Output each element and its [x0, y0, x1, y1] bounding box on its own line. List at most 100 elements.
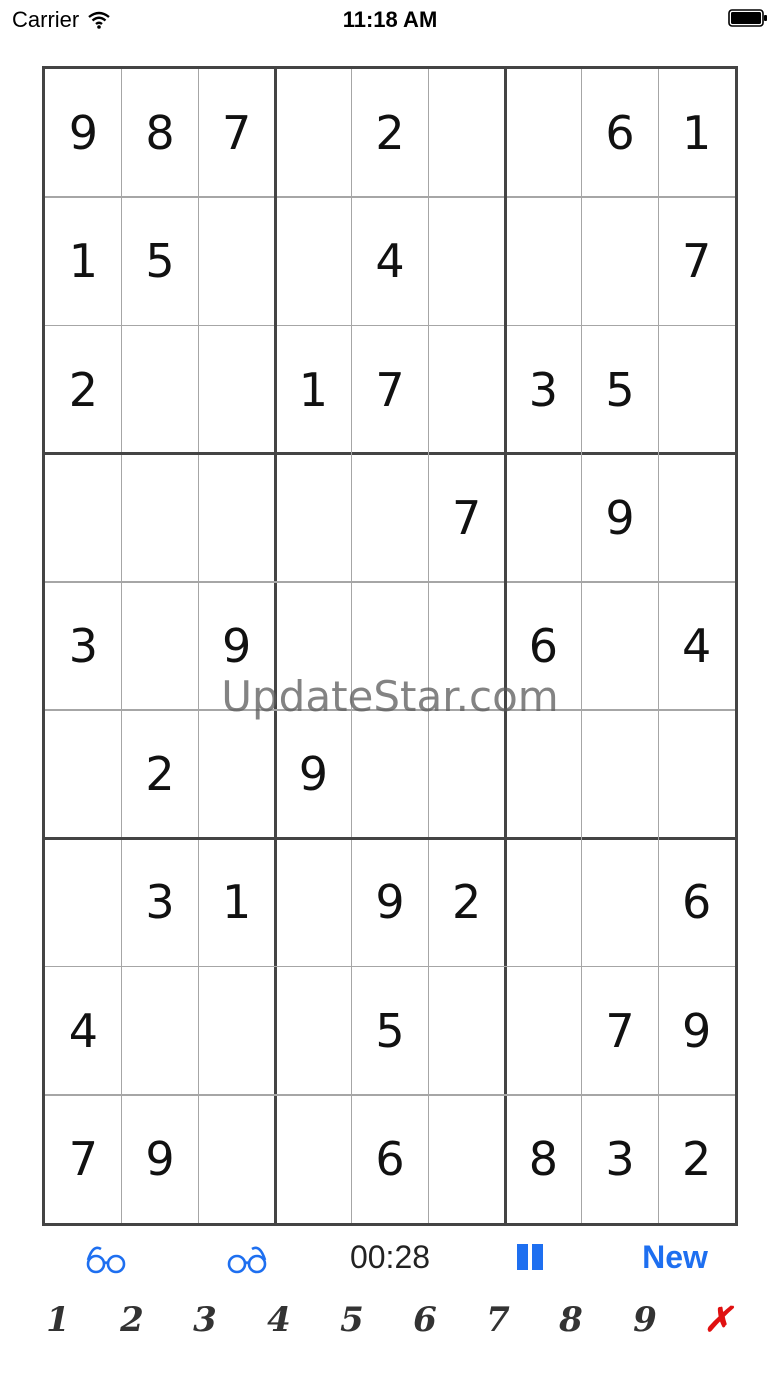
sudoku-cell[interactable]: [122, 454, 199, 582]
game-timer: 00:28: [349, 1238, 431, 1275]
sudoku-cell[interactable]: 9: [275, 710, 352, 838]
sudoku-cell[interactable]: [505, 69, 582, 197]
sudoku-cell[interactable]: 9: [582, 454, 659, 582]
sudoku-cell[interactable]: [428, 69, 505, 197]
sudoku-cell[interactable]: 1: [275, 325, 352, 453]
sudoku-cell[interactable]: [428, 582, 505, 710]
sudoku-cell[interactable]: 2: [352, 69, 429, 197]
pause-button[interactable]: [500, 1232, 560, 1282]
number-key-1[interactable]: 1: [28, 1292, 88, 1348]
sudoku-cell[interactable]: [658, 710, 735, 838]
sudoku-cell[interactable]: [275, 1095, 352, 1223]
sudoku-cell[interactable]: [505, 967, 582, 1095]
sudoku-cell[interactable]: [428, 325, 505, 453]
sudoku-cell[interactable]: 3: [582, 1095, 659, 1223]
sudoku-cell[interactable]: [275, 582, 352, 710]
sudoku-cell[interactable]: [582, 197, 659, 325]
sudoku-cell[interactable]: 1: [45, 197, 122, 325]
sudoku-cell[interactable]: [352, 582, 429, 710]
sudoku-cell[interactable]: [198, 197, 275, 325]
sudoku-cell[interactable]: 7: [582, 967, 659, 1095]
new-game-button[interactable]: New: [630, 1232, 720, 1282]
sudoku-cell[interactable]: [198, 454, 275, 582]
sudoku-cell[interactable]: [198, 967, 275, 1095]
sudoku-cell[interactable]: 9: [122, 1095, 199, 1223]
sudoku-cell[interactable]: [275, 967, 352, 1095]
sudoku-cell[interactable]: 9: [352, 838, 429, 966]
glasses-icon: [86, 1246, 126, 1274]
number-key-5[interactable]: 5: [322, 1292, 382, 1348]
sudoku-cell[interactable]: [428, 1095, 505, 1223]
sudoku-cell[interactable]: [198, 1095, 275, 1223]
sudoku-cell[interactable]: 8: [122, 69, 199, 197]
sudoku-cell[interactable]: [275, 838, 352, 966]
sudoku-cell[interactable]: 7: [428, 454, 505, 582]
number-key-7[interactable]: 7: [468, 1292, 528, 1348]
sudoku-cell[interactable]: [45, 710, 122, 838]
sudoku-cell[interactable]: 4: [352, 197, 429, 325]
sudoku-cell[interactable]: [428, 197, 505, 325]
number-key-2[interactable]: 2: [102, 1292, 162, 1348]
sudoku-cell[interactable]: 6: [505, 582, 582, 710]
sudoku-cell[interactable]: [45, 454, 122, 582]
sudoku-cell[interactable]: 7: [45, 1095, 122, 1223]
sudoku-cell[interactable]: 7: [352, 325, 429, 453]
sudoku-cell[interactable]: 7: [658, 197, 735, 325]
sudoku-cell[interactable]: [505, 838, 582, 966]
hint-button[interactable]: [76, 1232, 136, 1282]
sudoku-cell[interactable]: 1: [198, 838, 275, 966]
sudoku-cell[interactable]: [198, 325, 275, 453]
sudoku-cell[interactable]: [658, 325, 735, 453]
sudoku-cell[interactable]: 8: [505, 1095, 582, 1223]
sudoku-cell[interactable]: 4: [658, 582, 735, 710]
sudoku-cell[interactable]: 2: [428, 838, 505, 966]
sudoku-cell[interactable]: [658, 454, 735, 582]
sudoku-cell[interactable]: [122, 967, 199, 1095]
sudoku-cell[interactable]: 5: [352, 967, 429, 1095]
sudoku-cell[interactable]: 1: [658, 69, 735, 197]
reveal-button[interactable]: [217, 1232, 277, 1282]
sudoku-cell[interactable]: 6: [352, 1095, 429, 1223]
sudoku-cell[interactable]: [505, 197, 582, 325]
number-key-9[interactable]: 9: [615, 1292, 675, 1348]
sudoku-cell[interactable]: [352, 710, 429, 838]
sudoku-cell[interactable]: 6: [582, 69, 659, 197]
sudoku-cell[interactable]: [582, 838, 659, 966]
number-key-4[interactable]: 4: [249, 1292, 309, 1348]
sudoku-cell[interactable]: 5: [122, 197, 199, 325]
number-key-3[interactable]: 3: [175, 1292, 235, 1348]
sudoku-cell[interactable]: 4: [45, 967, 122, 1095]
pause-icon: [517, 1244, 543, 1270]
sudoku-cell[interactable]: 2: [658, 1095, 735, 1223]
sudoku-cell[interactable]: [45, 838, 122, 966]
sudoku-cell[interactable]: [275, 69, 352, 197]
sudoku-cell[interactable]: [198, 710, 275, 838]
sudoku-cell[interactable]: 5: [582, 325, 659, 453]
sudoku-cell[interactable]: 3: [45, 582, 122, 710]
sudoku-cell[interactable]: [352, 454, 429, 582]
sudoku-cell[interactable]: [122, 582, 199, 710]
sudoku-cell[interactable]: 2: [45, 325, 122, 453]
sudoku-cell[interactable]: [275, 197, 352, 325]
sudoku-cell[interactable]: 9: [198, 582, 275, 710]
toolbar: 00:28 New: [0, 1232, 780, 1282]
battery-icon: [728, 9, 767, 27]
sudoku-cell[interactable]: 2: [122, 710, 199, 838]
sudoku-cell[interactable]: 7: [198, 69, 275, 197]
sudoku-cell[interactable]: 3: [505, 325, 582, 453]
sudoku-cell[interactable]: 6: [658, 838, 735, 966]
sudoku-cell[interactable]: 9: [45, 69, 122, 197]
sudoku-cell[interactable]: [505, 710, 582, 838]
number-key-8[interactable]: 8: [541, 1292, 601, 1348]
clear-key[interactable]: ✗: [688, 1292, 748, 1348]
sudoku-cell[interactable]: 9: [658, 967, 735, 1095]
sudoku-cell[interactable]: [428, 710, 505, 838]
sudoku-cell[interactable]: [275, 454, 352, 582]
sudoku-cell[interactable]: 3: [122, 838, 199, 966]
sudoku-cell[interactable]: [428, 967, 505, 1095]
sudoku-cell[interactable]: [582, 710, 659, 838]
sudoku-cell[interactable]: [122, 325, 199, 453]
number-key-6[interactable]: 6: [395, 1292, 455, 1348]
sudoku-cell[interactable]: [582, 582, 659, 710]
sudoku-cell[interactable]: [505, 454, 582, 582]
